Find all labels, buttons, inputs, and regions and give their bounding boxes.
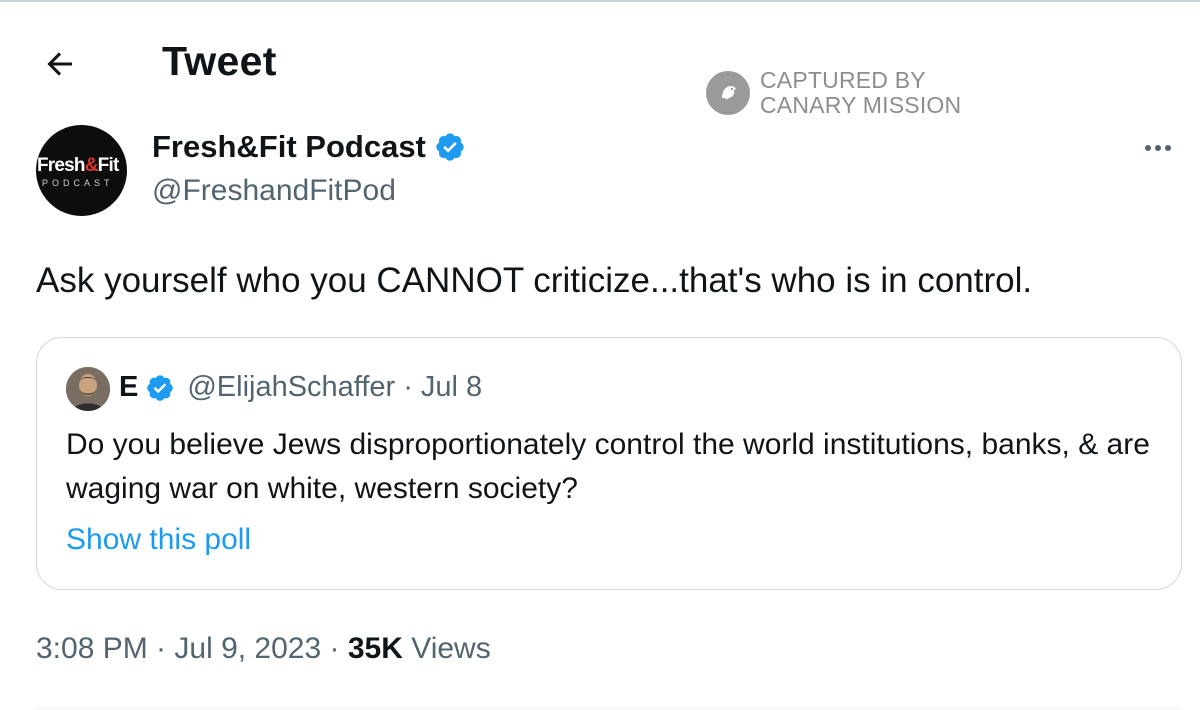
- quoted-author-name[interactable]: E: [119, 371, 138, 404]
- more-horizontal-icon: [1145, 145, 1171, 151]
- quoted-tweet-header: E @ElijahSchaffer · Jul 8: [119, 371, 482, 404]
- avatar-logo-subtext: PODCAST: [42, 178, 114, 188]
- arrow-left-icon: [47, 52, 72, 76]
- back-button[interactable]: [36, 40, 84, 88]
- author-handle[interactable]: @FreshandFitPod: [152, 174, 396, 208]
- watermark-line-2: CANARY MISSION: [760, 92, 962, 118]
- tweet-text: Ask yourself who you CANNOT criticize...…: [36, 261, 1033, 300]
- author-name-text: Fresh&Fit Podcast: [152, 129, 426, 164]
- author-name[interactable]: Fresh&Fit Podcast: [152, 129, 466, 165]
- avatar-logo-text: Fresh&Fit: [37, 155, 119, 176]
- quoted-tweet-card[interactable]: E @ElijahSchaffer · Jul 8 Do you believe…: [36, 337, 1182, 590]
- author-avatar[interactable]: Fresh&Fit PODCAST: [36, 125, 127, 216]
- tweet-timestamp[interactable]: 3:08 PM · Jul 9, 2023: [36, 632, 321, 665]
- quoted-tweet-date[interactable]: Jul 8: [421, 371, 482, 404]
- bottom-divider: [36, 708, 1182, 709]
- tweet-meta: 3:08 PM · Jul 9, 2023 · 35K Views: [36, 632, 491, 666]
- watermark: CAPTURED BY CANARY MISSION: [706, 68, 961, 118]
- show-poll-link[interactable]: Show this poll: [66, 523, 251, 557]
- views-count: 35K: [347, 632, 403, 665]
- quoted-author-handle[interactable]: @ElijahSchaffer: [187, 371, 395, 404]
- views-label: Views: [402, 632, 491, 665]
- quoted-tweet-text: Do you believe Jews disproportionately c…: [66, 428, 1150, 505]
- quoted-author-avatar[interactable]: [66, 367, 110, 411]
- verified-badge-icon: [434, 131, 466, 163]
- verified-badge-icon: [145, 373, 175, 403]
- watermark-line-1: CAPTURED BY: [760, 67, 926, 93]
- page-title: Tweet: [162, 38, 277, 84]
- meta-separator: ·: [321, 632, 348, 665]
- canary-bird-icon: [706, 71, 750, 115]
- separator-dot: ·: [403, 371, 413, 403]
- more-options-button[interactable]: [1136, 128, 1180, 168]
- top-divider: [0, 0, 1200, 2]
